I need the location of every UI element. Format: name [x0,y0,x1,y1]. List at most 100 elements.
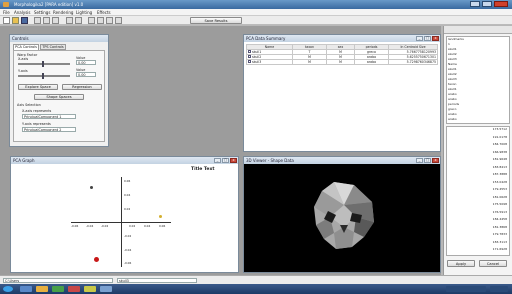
list-item[interactable]: arabo [447,117,509,122]
plot-title-text: Title Text [191,167,215,172]
summary-titlebar: PCA Data Summary _ □ x [244,35,440,42]
skull-mesh[interactable] [304,177,384,252]
tool-icon[interactable] [106,17,113,24]
close-icon[interactable]: x [432,158,439,163]
explore-space-button[interactable]: Explore Space [18,84,58,90]
list-item[interactable]: 181.0628 [447,195,509,203]
minimize-icon[interactable]: _ [214,158,221,163]
list-item[interactable]: 179.4553 [447,187,509,195]
y-tick-label: -0.04 [124,248,132,252]
taskbar-app-icon[interactable] [100,286,112,292]
list-item[interactable]: 179.7833 [447,232,509,240]
list-item[interactable]: 171.6928 [447,247,509,255]
checkbox[interactable] [248,60,251,63]
list-item[interactable]: 187.3888 [447,172,509,180]
app-icon [3,2,9,7]
tool-icon[interactable] [43,17,50,24]
close-icon[interactable]: x [230,158,237,163]
taskbar-app-icon[interactable] [84,286,96,292]
open-icon[interactable] [12,17,19,24]
maximize-icon[interactable]: □ [424,158,431,163]
coordinate-list[interactable]: 173.5712 191.0178 184.7008 166.9838 181.… [446,126,510,256]
plot-point-skull2[interactable] [159,215,162,218]
x-axis-slider[interactable] [18,63,70,65]
y-tick-label: 0.04 [124,193,131,197]
taskbar-app-icon[interactable] [20,286,32,292]
menu-item[interactable]: Effects [97,10,111,15]
tool-icon[interactable] [75,17,82,24]
start-icon[interactable] [3,286,13,292]
summary-table: Name taxon sex periods In Centroid Size … [246,44,438,65]
list-item[interactable]: 181.3868 [447,225,509,233]
y-value-field[interactable]: 0.00 [76,72,96,77]
shape-spaces-button[interactable]: Shape Spaces [34,94,84,100]
save-icon[interactable] [21,17,28,24]
x-tick-label: 0.06 [159,224,166,228]
list-item[interactable]: 175.5098 [447,202,509,210]
controls-title: Controls [12,36,29,41]
list-item[interactable]: 183.8413 [447,165,509,173]
list-item[interactable]: 166.9838 [447,150,509,158]
tool-icon[interactable] [66,17,73,24]
y-axis-slider[interactable] [18,75,70,77]
plot-point-skull1[interactable] [90,186,93,189]
tool-icon[interactable] [34,17,41,24]
new-icon[interactable] [3,17,10,24]
close-icon[interactable] [494,1,508,7]
y-axis-label: Y-axis [18,69,28,73]
clock-area[interactable] [490,286,508,292]
table-row[interactable]: skull3 M M arabo 5.7298760346875 [246,59,438,65]
list-item[interactable]: 191.0178 [447,135,509,143]
menu-item[interactable]: Analysis [14,10,30,15]
list-item[interactable]: 173.5712 [447,127,509,135]
save-results-button[interactable]: Save Results [190,17,242,24]
menu-item[interactable]: Rendering [53,10,73,15]
minimize-icon[interactable] [470,1,480,7]
menu-bar: File Analysis Settings Rendering Lightin… [0,9,512,16]
y-tick-label: -0.06 [124,261,132,265]
y-axis-select[interactable]: PrincipalComponent 2 [22,127,76,132]
cancel-button[interactable]: Cancel [479,260,507,267]
x-value-field[interactable]: 0.00 [76,60,96,65]
checkbox[interactable] [248,50,251,53]
list-item[interactable]: 176.5913 [447,210,509,218]
x-tick-label: -0.02 [101,224,109,228]
status-file: skull3 [117,278,197,283]
taskbar-app-icon[interactable] [36,286,48,292]
taskbar-app-icon[interactable] [52,286,64,292]
list-item[interactable]: 183.3113 [447,240,509,248]
landmark-list[interactable]: landmarks 1 skull1 skull2 skull3 Name sk… [446,36,510,124]
os-taskbar [0,284,512,294]
tool-icon[interactable] [52,17,59,24]
x-axis-label: X-axis [18,57,29,61]
tool-icon[interactable] [115,17,122,24]
app-title: Morphologika2 [PARA edition] v1.0 [14,2,84,7]
minimize-icon[interactable]: _ [416,158,423,163]
tool-icon[interactable] [97,17,104,24]
list-item[interactable]: 181.9648 [447,157,509,165]
plot-point-skull3[interactable] [94,257,99,262]
list-item[interactable]: 153.0428 [447,180,509,188]
checkbox[interactable] [248,55,251,58]
x-axis-select[interactable]: PrincipalComponent 1 [22,114,76,119]
maximize-icon[interactable]: □ [424,36,431,41]
list-item[interactable]: 184.7008 [447,142,509,150]
x-axis-slider-thumb[interactable] [42,61,44,67]
y-axis-slider-thumb[interactable] [42,73,44,79]
x-tick-label: 0.02 [129,224,136,228]
tab-panel: Warp Factor X-axis Value 0.00 Y-axis Val… [13,50,105,142]
taskbar-app-icon[interactable] [68,286,80,292]
regression-button[interactable]: Regression [62,84,102,90]
menu-item[interactable]: File [3,10,10,15]
menu-item[interactable]: Settings [34,10,50,15]
minimize-icon[interactable]: _ [416,36,423,41]
controls-window: Controls PCA Controls TPS Controls Warp … [9,34,109,147]
maximize-icon[interactable]: □ [222,158,229,163]
close-icon[interactable]: x [432,36,439,41]
tool-icon[interactable] [88,17,95,24]
list-item[interactable]: 184.4458 [447,217,509,225]
apply-button[interactable]: Apply [447,260,475,267]
maximize-icon[interactable] [482,1,492,7]
menu-item[interactable]: Lighting [76,10,92,15]
tray-icons[interactable] [446,286,486,292]
